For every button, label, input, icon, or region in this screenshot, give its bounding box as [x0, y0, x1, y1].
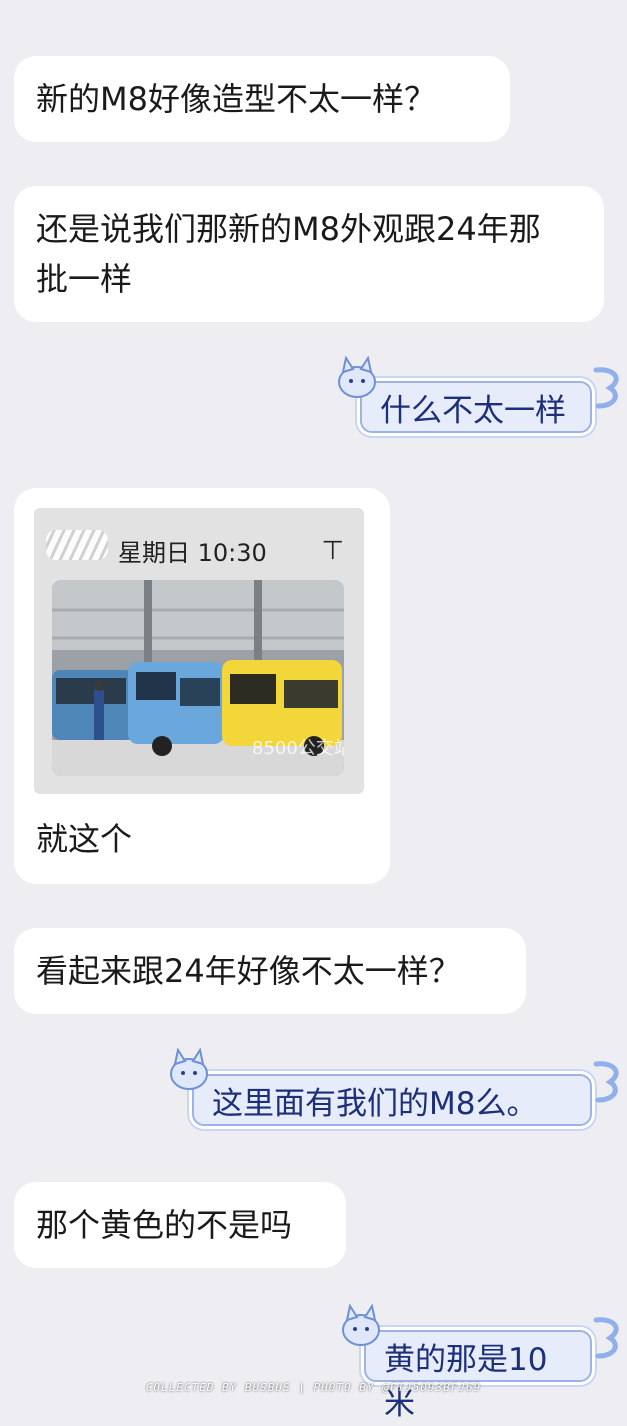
card-header: 星期日 10:30 ⊤ [34, 508, 364, 578]
blurred-avatar [46, 530, 108, 560]
message-text: 什么不太一样 [380, 393, 566, 429]
bus-photo[interactable]: 8500公交站 [52, 580, 344, 776]
cat-mascot-icon [338, 356, 376, 398]
footer-watermark: COLLECTED BY BUSBUS | PHOTO BY @FTJ5093B… [145, 1381, 482, 1394]
message-bubble-incoming[interactable]: 看起来跟24年好像不太一样？ [14, 928, 526, 1014]
message-bubble-incoming[interactable]: 新的M8好像造型不太一样？ [14, 56, 510, 142]
pin-top-icon[interactable]: ⊤ [321, 526, 344, 576]
message-text: 那个黄色的不是吗 [36, 1206, 293, 1244]
ribbon-decoration-icon [593, 367, 619, 409]
cat-mascot-icon [342, 1304, 380, 1346]
message-bubble-outgoing[interactable]: 什么不太一样 [360, 381, 592, 433]
message-text: 这里面有我们的M8么。 [212, 1086, 538, 1122]
message-bubble-outgoing[interactable]: 黄的那是10米 [364, 1330, 592, 1422]
card-timestamp: 星期日 10:30 [118, 539, 267, 567]
message-bubble-incoming[interactable]: 那个黄色的不是吗 [14, 1182, 346, 1268]
message-bubble-incoming-card[interactable]: 星期日 10:30 ⊤ 8500公交站 就这个 [14, 488, 390, 884]
message-bubble-incoming[interactable]: 还是说我们那新的M8外观跟24年那批一样 [14, 186, 604, 322]
message-text: 新的M8好像造型不太一样？ [36, 80, 436, 118]
message-text: 看起来跟24年好像不太一样？ [36, 952, 461, 990]
message-bubble-outgoing[interactable]: 这里面有我们的M8么。 [192, 1074, 592, 1126]
message-text: 还是说我们那新的M8外观跟24年那批一样 [36, 210, 541, 298]
cat-mascot-icon [170, 1048, 208, 1090]
message-text: 就这个 [36, 820, 133, 858]
shared-post-card[interactable]: 星期日 10:30 ⊤ 8500公交站 [34, 508, 364, 794]
ribbon-decoration-icon [593, 1317, 619, 1359]
photo-watermark: 8500公交站 [252, 738, 344, 759]
ribbon-decoration-icon [593, 1061, 619, 1103]
